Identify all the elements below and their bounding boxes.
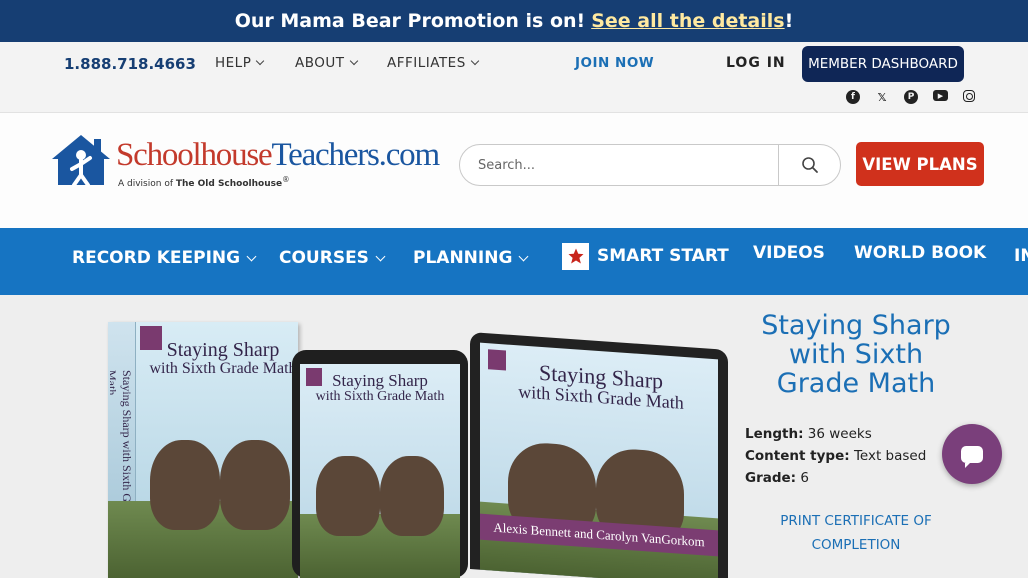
book-cover-title: Staying Sharp with Sixth Grade Math xyxy=(148,340,298,378)
elephant-left xyxy=(316,456,380,536)
x-icon[interactable]: 𝕏 xyxy=(875,90,889,104)
elephant-left xyxy=(150,440,220,530)
elephant-right xyxy=(380,456,444,536)
logo-tagline-prefix: A division of xyxy=(118,179,176,189)
promo-suffix: ! xyxy=(784,10,794,32)
member-dashboard-button[interactable]: MEMBER DASHBOARD xyxy=(802,46,964,82)
youtube-icon[interactable]: ▶ xyxy=(933,90,948,101)
print-certificate-link[interactable]: PRINT CERTIFICATE OF COMPLETION xyxy=(745,509,967,557)
nav-videos-label: VIDEOS xyxy=(753,243,825,263)
chevron-down-icon xyxy=(518,251,529,261)
nav-more[interactable]: IN xyxy=(1014,228,1028,286)
chevron-down-icon xyxy=(246,251,257,261)
nav-courses[interactable]: COURSES xyxy=(279,228,386,288)
search-input[interactable] xyxy=(478,153,768,177)
grade-value: 6 xyxy=(800,469,809,486)
content-type-label: Content type: xyxy=(745,447,850,464)
nav-record-keeping-label: RECORD KEEPING xyxy=(72,248,241,268)
nav-world-book-label: WORLD BOOK xyxy=(854,243,987,263)
help-menu[interactable]: HELP xyxy=(215,55,265,71)
log-in-link[interactable]: LOG IN xyxy=(726,55,786,71)
product-image: Staying Sharp with Sixth Grade Math Stay… xyxy=(40,305,740,578)
nav-smart-start[interactable]: SMART START xyxy=(562,228,729,286)
affiliates-menu[interactable]: AFFILIATES xyxy=(387,55,480,71)
promo-banner: Our Mama Bear Promotion is on! See all t… xyxy=(0,0,1028,42)
tablet-device: Staying Sharp with Sixth Grade Math xyxy=(292,350,468,578)
length-label: Length: xyxy=(745,425,804,442)
product-info: Staying Sharp with Sixth Grade Math Leng… xyxy=(745,310,975,557)
affiliates-menu-label: AFFILIATES xyxy=(387,55,466,71)
search-button[interactable] xyxy=(778,145,841,185)
nav-world-book[interactable]: WORLD BOOK xyxy=(854,228,986,283)
facebook-icon[interactable]: f xyxy=(846,90,860,104)
schoolhouse-logo-icon xyxy=(52,135,110,187)
book-cover-title-line1: Staying Sharp xyxy=(166,339,280,361)
product-title: Staying Sharp with Sixth Grade Math xyxy=(761,310,951,399)
content-type-value: Text based xyxy=(853,447,927,464)
main-nav: RECORD KEEPING COURSES PLANNING SMART ST… xyxy=(0,228,1028,295)
book-cover: Staying Sharp with Sixth Grade Math Stay… xyxy=(108,322,298,578)
logo-tagline-mark: ® xyxy=(282,175,290,184)
tablet-cover-title: Staying Sharp with Sixth Grade Math xyxy=(300,372,460,405)
pinterest-icon[interactable]: P xyxy=(904,90,918,104)
tablet-cover-title-line1: Staying Sharp xyxy=(332,371,428,390)
logo-tagline-name: The Old Schoolhouse xyxy=(175,179,283,189)
nav-videos[interactable]: VIDEOS xyxy=(753,228,825,283)
laptop-cover-title: Staying Sharp with Sixth Grade Math xyxy=(486,357,716,415)
content-type-row: Content type: Text based xyxy=(745,445,975,467)
star-icon xyxy=(562,242,589,270)
chevron-down-icon xyxy=(470,56,480,66)
join-now-link[interactable]: JOIN NOW xyxy=(575,55,654,71)
laptop-device: Staying Sharp with Sixth Grade Math Alex… xyxy=(470,331,728,578)
nav-smart-start-label: SMART START xyxy=(597,246,729,266)
promo-details-link[interactable]: See all the details xyxy=(591,10,784,32)
instagram-icon[interactable] xyxy=(963,90,975,102)
tablet-cover-title-line2: with Sixth Grade Math xyxy=(315,388,445,404)
chat-button[interactable] xyxy=(942,424,1002,484)
site-header: SchoolhouseTeachers.com A division of Th… xyxy=(0,113,1028,228)
about-menu-label: ABOUT xyxy=(295,55,345,71)
laptop-screen: Staying Sharp with Sixth Grade Math Alex… xyxy=(480,342,718,578)
grade-label: Grade: xyxy=(745,469,797,486)
help-menu-label: HELP xyxy=(215,55,252,71)
chevron-down-icon xyxy=(349,56,358,66)
length-row: Length: 36 weeks xyxy=(745,423,975,445)
nav-courses-label: COURSES xyxy=(279,248,369,268)
logo-wordmark-part1: Schoolhouse xyxy=(116,137,273,173)
elephant-right xyxy=(220,440,290,530)
nav-record-keeping[interactable]: RECORD KEEPING xyxy=(72,228,257,288)
site-logo[interactable]: SchoolhouseTeachers.com A division of Th… xyxy=(50,133,440,189)
logo-wordmark: SchoolhouseTeachers.com xyxy=(116,137,440,174)
nav-planning[interactable]: PLANNING xyxy=(413,228,529,288)
about-menu[interactable]: ABOUT xyxy=(295,55,358,71)
book-cover-title-line2: with Sixth Grade Math xyxy=(149,360,297,377)
utility-bar: 1.888.718.4663 HELP ABOUT AFFILIATES JOI… xyxy=(0,42,1028,113)
logo-tagline: A division of The Old Schoolhouse® xyxy=(118,175,290,189)
search-icon xyxy=(802,157,818,173)
length-value: 36 weeks xyxy=(807,425,872,442)
view-plans-button[interactable]: VIEW PLANS xyxy=(856,142,984,186)
chat-bubble-icon xyxy=(961,445,983,468)
search-bar xyxy=(459,144,841,186)
social-links: f 𝕏 P ▶ xyxy=(846,90,975,104)
promo-text: Our Mama Bear Promotion is on! xyxy=(234,10,586,32)
nav-planning-label: PLANNING xyxy=(413,248,513,268)
tablet-screen: Staying Sharp with Sixth Grade Math xyxy=(300,364,460,578)
nav-more-label: IN xyxy=(1014,246,1028,266)
logo-wordmark-part2: Teachers.com xyxy=(271,137,440,173)
grade-row: Grade: 6 xyxy=(745,467,975,489)
phone-number[interactable]: 1.888.718.4663 xyxy=(64,55,196,73)
product-meta: Length: 36 weeks Content type: Text base… xyxy=(745,423,975,489)
chevron-down-icon xyxy=(256,56,265,66)
chevron-down-icon xyxy=(375,251,386,261)
